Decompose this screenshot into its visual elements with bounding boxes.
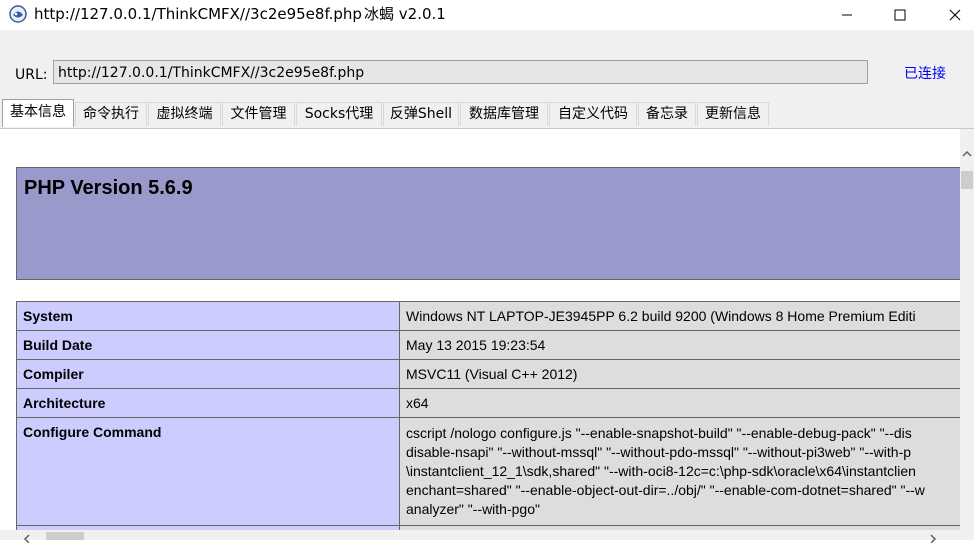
tab-reverse-shell[interactable]: 反弹Shell xyxy=(383,102,459,126)
tab-socks-proxy[interactable]: Socks代理 xyxy=(296,102,382,126)
table-row: Architecture x64 xyxy=(16,388,960,418)
table-row: System Windows NT LAPTOP-JE3945PP 6.2 bu… xyxy=(16,301,960,331)
phpinfo-table: System Windows NT LAPTOP-JE3945PP 6.2 bu… xyxy=(16,301,960,530)
vertical-scrollbar[interactable] xyxy=(960,129,974,530)
row-key: Compiler xyxy=(16,359,400,389)
phpinfo-view: PHP Version 5.6.9 System Windows NT LAPT… xyxy=(0,129,960,530)
horizontal-scrollbar[interactable] xyxy=(0,530,974,544)
table-row: Configure Command cscript /nologo config… xyxy=(16,417,960,526)
configure-line: analyzer" "--with-pgo" xyxy=(406,501,540,517)
app-icon xyxy=(8,4,28,24)
row-key: Architecture xyxy=(16,388,400,418)
minimize-icon xyxy=(842,14,852,16)
scroll-up-icon[interactable] xyxy=(960,147,974,161)
tab-bar: 基本信息 命令执行 虚拟终端 文件管理 Socks代理 反弹Shell 数据库管… xyxy=(0,98,974,129)
row-key: Build Date xyxy=(16,330,400,360)
row-value-multiline: cscript /nologo configure.js "--enable-s… xyxy=(399,417,960,526)
minimize-button[interactable] xyxy=(824,0,870,30)
configure-line: disable-nsapi" "--without-mssql" "--with… xyxy=(406,444,912,460)
tab-update-info[interactable]: 更新信息 xyxy=(697,102,769,126)
configure-line: cscript /nologo configure.js "--enable-s… xyxy=(406,425,912,441)
configure-line: enchant=shared" "--enable-object-out-dir… xyxy=(406,482,925,498)
window-title: http://127.0.0.1/ThinkCMFX//3c2e95e8f.ph… xyxy=(34,5,362,23)
tab-virtual-terminal[interactable]: 虚拟终端 xyxy=(148,102,221,126)
row-value: Windows NT LAPTOP-JE3945PP 6.2 build 920… xyxy=(399,301,960,331)
title-bar: http://127.0.0.1/ThinkCMFX//3c2e95e8f.ph… xyxy=(0,0,974,30)
tab-custom-code[interactable]: 自定义代码 xyxy=(549,102,637,126)
connection-status[interactable]: 已连接 xyxy=(904,65,946,83)
url-input[interactable]: http://127.0.0.1/ThinkCMFX//3c2e95e8f.ph… xyxy=(53,60,868,84)
row-key: System xyxy=(16,301,400,331)
url-label: URL: xyxy=(15,67,48,83)
tab-memo[interactable]: 备忘录 xyxy=(638,102,696,126)
tab-file-manager[interactable]: 文件管理 xyxy=(222,102,295,126)
row-value: x64 xyxy=(399,388,960,418)
app-name: 冰蝎 v2.0.1 xyxy=(364,5,446,23)
horizontal-scroll-thumb[interactable] xyxy=(46,532,84,540)
maximize-button[interactable] xyxy=(877,0,923,30)
row-value: May 13 2015 19:23:54 xyxy=(399,330,960,360)
maximize-icon xyxy=(894,9,906,21)
tab-basic-info[interactable]: 基本信息 xyxy=(2,99,74,127)
tab-database-manager[interactable]: 数据库管理 xyxy=(460,102,548,126)
scroll-right-icon[interactable] xyxy=(928,530,938,544)
close-button[interactable] xyxy=(932,0,974,30)
table-row: Compiler MSVC11 (Visual C++ 2012) xyxy=(16,359,960,389)
scroll-left-icon[interactable] xyxy=(22,530,32,544)
row-key: Configure Command xyxy=(16,417,400,526)
configure-line: \instantclient_12_1\sdk,shared" "--with-… xyxy=(406,463,916,479)
tab-command-exec[interactable]: 命令执行 xyxy=(75,102,147,126)
row-value: MSVC11 (Visual C++ 2012) xyxy=(399,359,960,389)
php-version-title: PHP Version 5.6.9 xyxy=(24,177,193,199)
vertical-scroll-thumb[interactable] xyxy=(961,171,973,189)
table-row: Build Date May 13 2015 19:23:54 xyxy=(16,330,960,360)
php-version-header: PHP Version 5.6.9 xyxy=(16,167,960,280)
close-icon xyxy=(949,9,961,21)
